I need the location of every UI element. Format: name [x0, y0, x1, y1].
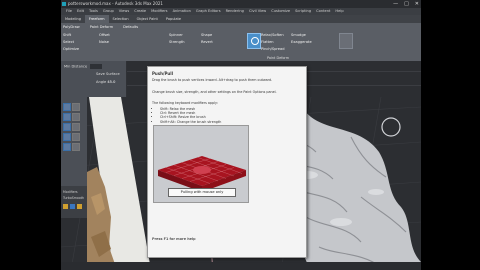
- ribbon-pinch-spread[interactable]: Pinch/Spread: [261, 47, 284, 51]
- tab-selection[interactable]: Selection: [109, 15, 133, 23]
- color-swatch[interactable]: [63, 204, 68, 209]
- ribbon-relax-soften[interactable]: Relax/Soften: [261, 33, 284, 37]
- tooltip-help-hint: Press F1 for more help: [152, 237, 196, 241]
- angle-label: Angle: [96, 80, 107, 84]
- ribbon-optimize[interactable]: Optimize: [63, 47, 79, 51]
- rotate-icon[interactable]: [63, 123, 71, 131]
- menu-customize[interactable]: Customize: [271, 9, 290, 13]
- paint-brush-icon[interactable]: [63, 103, 71, 111]
- tooltip-description: Drag the brush to push vertices inward. …: [152, 78, 273, 82]
- menu-views[interactable]: Views: [119, 9, 129, 13]
- scale-icon[interactable]: [72, 123, 80, 131]
- modifier-line-2[interactable]: TurboSmooth: [63, 196, 84, 200]
- layer-icon[interactable]: [72, 143, 80, 151]
- color-swatch[interactable]: [77, 204, 82, 209]
- tab-freeform[interactable]: Freeform: [84, 15, 109, 23]
- app-logo-icon: [62, 2, 66, 6]
- menu-scripting[interactable]: Scripting: [295, 9, 311, 13]
- tab-object-paint[interactable]: Object Paint: [133, 15, 162, 23]
- menu-animation[interactable]: Animation: [173, 9, 191, 13]
- menu-file[interactable]: File: [66, 9, 72, 13]
- tooltip-preview-image: Pulling with mouse only: [153, 125, 249, 203]
- push-pull-tooltip: Push/Pull Drag the brush to push vertice…: [147, 66, 307, 258]
- min-distance-spinner[interactable]: [90, 64, 103, 69]
- window-title: pottersworkmod.max - Autodesk 3ds Max 20…: [68, 1, 163, 6]
- min-distance-row: Min Distance: [64, 64, 103, 69]
- align-icon[interactable]: [63, 143, 71, 151]
- push-pull-button[interactable]: [247, 33, 261, 49]
- status-bar: [61, 262, 421, 270]
- tooltip-modifiers-intro: The following keyboard modifiers apply:: [152, 101, 218, 105]
- letterbox-left: [0, 0, 61, 270]
- menu-civil-view[interactable]: Civil View: [249, 9, 266, 13]
- color-swatch[interactable]: [70, 204, 75, 209]
- brush-settings-panel: Min Distance Save Surface Angle 45.0: [61, 61, 127, 97]
- menu-modifiers[interactable]: Modifiers: [151, 9, 167, 13]
- modifier-panel: Modifiers TurboSmooth: [61, 186, 87, 218]
- menu-tools[interactable]: Tools: [89, 9, 98, 13]
- move-icon[interactable]: [72, 113, 80, 121]
- app-window: pottersworkmod.max - Autodesk 3ds Max 20…: [61, 0, 421, 270]
- settings-icon[interactable]: [72, 103, 80, 111]
- menu-help[interactable]: Help: [335, 9, 343, 13]
- subtab-paint-deform[interactable]: Paint Deform: [90, 25, 113, 29]
- menu-create[interactable]: Create: [134, 9, 146, 13]
- ribbon-offset[interactable]: Offset: [99, 33, 110, 37]
- modifier-item: Shift+Alt: Change the brush strength: [160, 120, 300, 124]
- ribbon-revert[interactable]: Revert: [201, 40, 213, 44]
- maximize-button[interactable]: □: [404, 0, 409, 8]
- menu-content[interactable]: Content: [316, 9, 330, 13]
- ribbon-spinner[interactable]: Spinner: [169, 33, 183, 37]
- ribbon-shift[interactable]: Shift: [63, 33, 71, 37]
- subtab-polydraw[interactable]: PolyDraw: [63, 25, 80, 29]
- ribbon-noise[interactable]: Noise: [99, 40, 109, 44]
- tooltip-description-2: Change brush size, strength, and other s…: [152, 90, 277, 94]
- menu-bar: File Edit Tools Group Views Create Modifiers An…: [61, 8, 421, 15]
- paint-options-button[interactable]: [339, 33, 353, 49]
- ribbon-shape[interactable]: Shape: [201, 33, 212, 37]
- close-button[interactable]: ✕: [415, 0, 419, 8]
- ribbon-subtabs: PolyDraw Paint Deform Defaults: [63, 25, 148, 29]
- select-icon[interactable]: [63, 113, 71, 121]
- mirror-icon[interactable]: [72, 133, 80, 141]
- menu-group[interactable]: Group: [103, 9, 114, 13]
- minimize-button[interactable]: —: [393, 0, 398, 8]
- title-bar: pottersworkmod.max - Autodesk 3ds Max 20…: [61, 0, 421, 8]
- modifier-line-1: Modifiers: [63, 190, 78, 194]
- min-distance-label: Min Distance: [64, 64, 88, 69]
- letterbox-right: [421, 0, 480, 270]
- screen: pottersworkmod.max - Autodesk 3ds Max 20…: [0, 0, 480, 270]
- tab-populate[interactable]: Populate: [162, 15, 185, 23]
- ribbon-select[interactable]: Select: [63, 40, 74, 44]
- subtab-defaults[interactable]: Defaults: [123, 25, 138, 29]
- snap-icon[interactable]: [63, 133, 71, 141]
- tooltip-image-caption: Pulling with mouse only: [168, 188, 236, 197]
- tooltip-modifiers-list: Shift: Relax the mesh Ctrl: Revert the m…: [152, 107, 300, 124]
- tab-modeling[interactable]: Modeling: [61, 15, 85, 23]
- angle-row: Angle 45.0: [96, 80, 115, 84]
- ribbon-strength[interactable]: Strength: [169, 40, 185, 44]
- angle-value[interactable]: 45.0: [107, 80, 115, 84]
- menu-edit[interactable]: Edit: [77, 9, 84, 13]
- menu-rendering[interactable]: Rendering: [226, 9, 244, 13]
- tooltip-title: Push/Pull: [152, 71, 173, 76]
- window-controls: — □ ✕: [393, 0, 419, 8]
- ribbon-panel: PolyDraw Paint Deform Defaults Shift Selec…: [61, 23, 421, 61]
- panel-label-paint-deform: Paint Deform: [267, 56, 290, 60]
- save-surface-label[interactable]: Save Surface: [96, 72, 120, 76]
- ribbon-smudge[interactable]: Smudge: [291, 33, 306, 37]
- ribbon-exaggerate[interactable]: Exaggerate: [291, 40, 312, 44]
- menu-graph-editors[interactable]: Graph Editors: [196, 9, 221, 13]
- ribbon-flatten[interactable]: Flatten: [261, 40, 274, 44]
- ribbon-tabs: Modeling Freeform Selection Object Paint Pop…: [61, 15, 421, 23]
